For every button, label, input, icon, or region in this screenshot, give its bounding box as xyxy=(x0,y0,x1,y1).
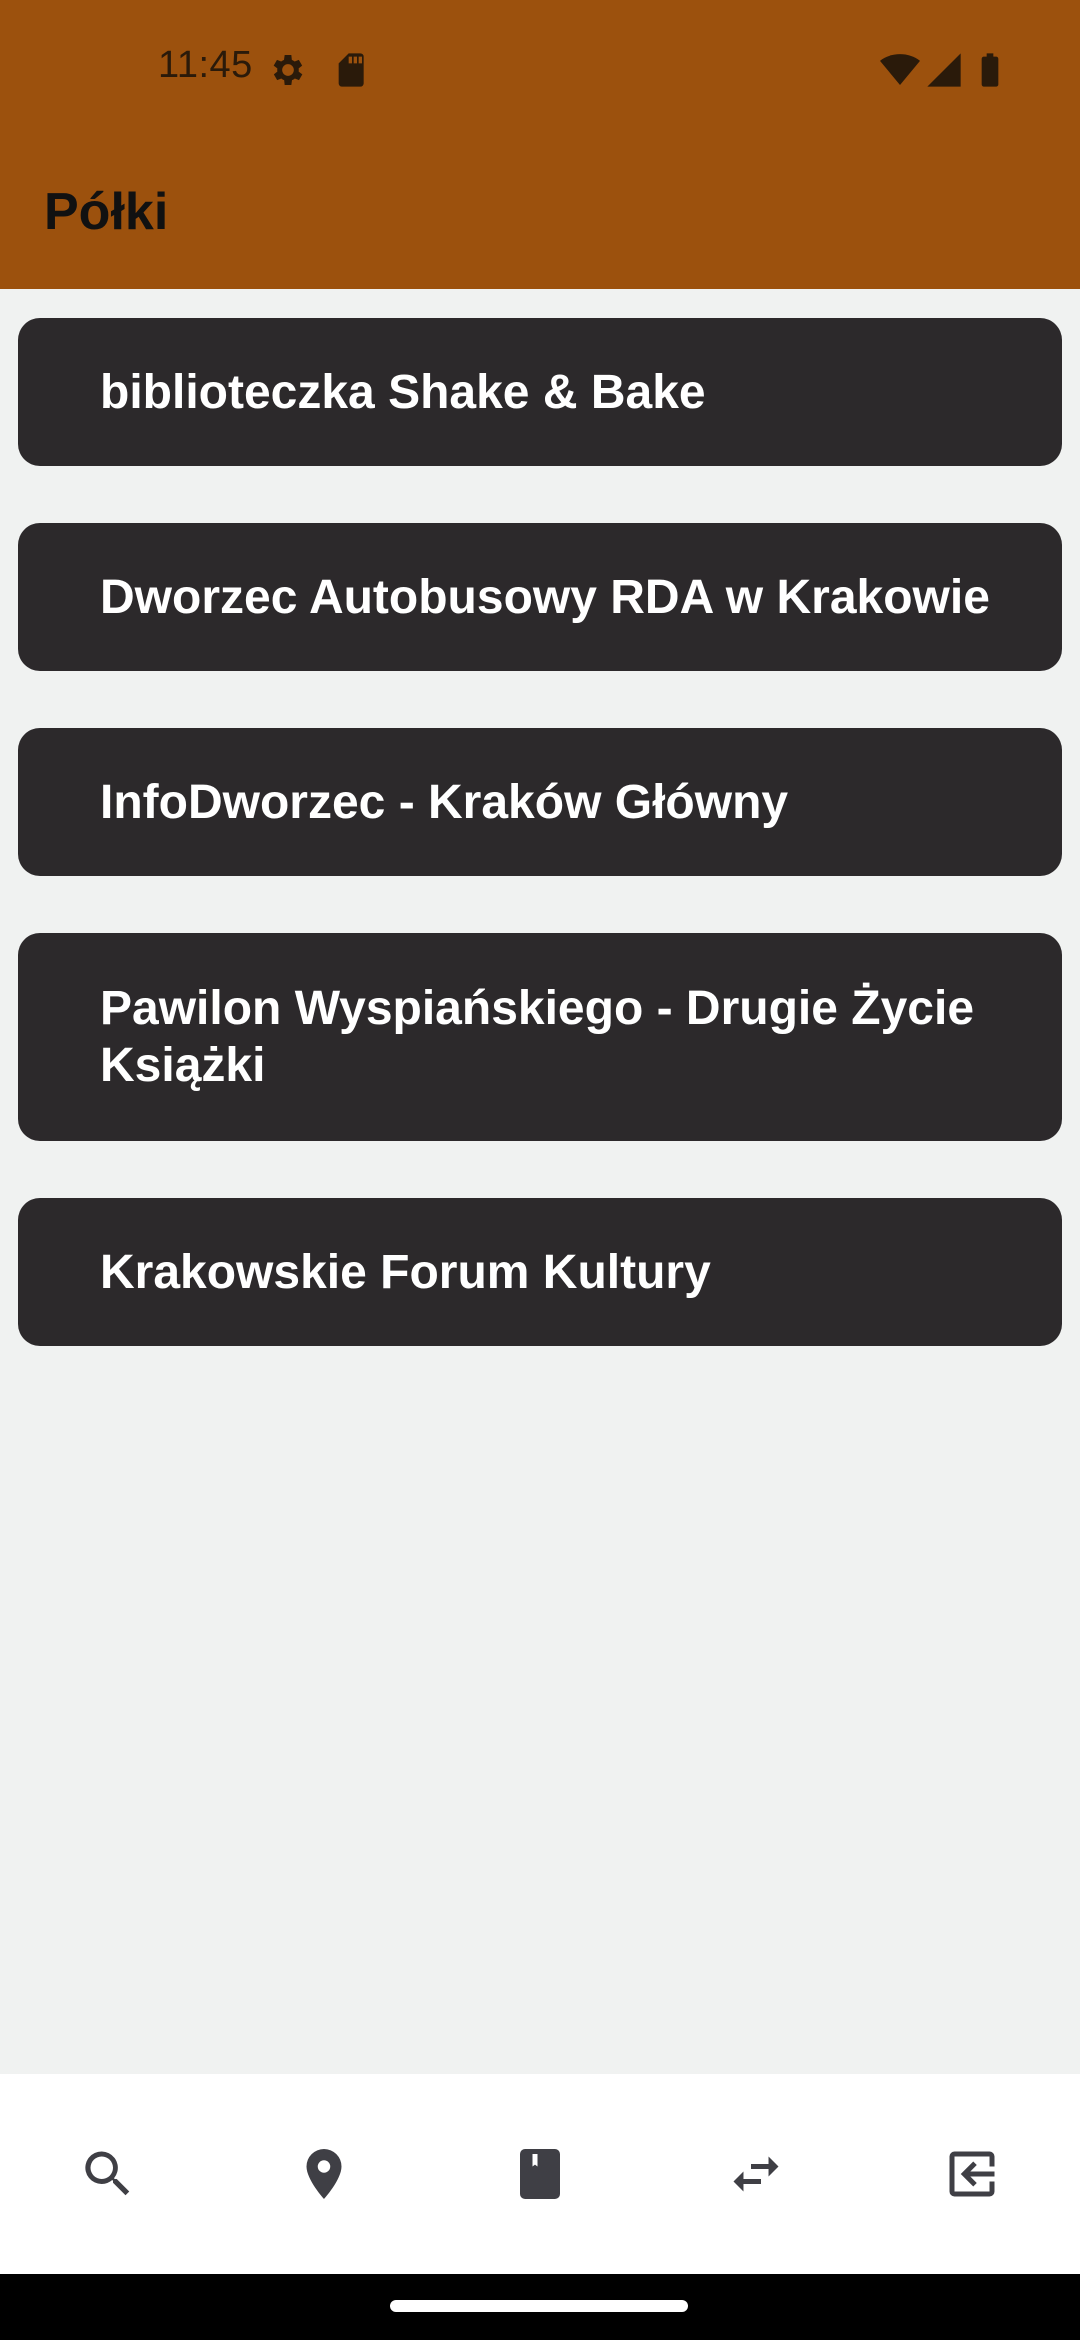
wifi-icon xyxy=(880,54,920,85)
page-title: Półki xyxy=(44,183,169,241)
shelf-item-label: biblioteczka Shake & Bake xyxy=(100,365,706,419)
shelf-item[interactable]: biblioteczka Shake & Bake xyxy=(18,318,1062,466)
shelf-item[interactable]: Pawilon Wyspiańskiego - Drugie Życie Ksi… xyxy=(18,933,1062,1141)
swap-arrows-icon xyxy=(733,2156,779,2192)
shelf-item-label: Krakowskie Forum Kultury xyxy=(100,1245,711,1299)
shelf-item[interactable]: Dworzec Autobusowy RDA w Krakowie xyxy=(18,523,1062,671)
logout-icon xyxy=(949,2151,995,2197)
battery-icon xyxy=(981,53,999,87)
sd-card-icon xyxy=(338,53,364,87)
book-icon xyxy=(520,2149,560,2199)
location-pin-icon xyxy=(306,2149,342,2199)
shelf-item-label: InfoDworzec - Kraków Główny xyxy=(100,775,789,829)
gesture-handle[interactable] xyxy=(390,2300,688,2312)
nav-map[interactable] xyxy=(216,2074,432,2274)
shelf-item[interactable]: Krakowskie Forum Kultury xyxy=(18,1198,1062,1346)
shelf-item-label: Dworzec Autobusowy RDA w Krakowie xyxy=(100,570,990,624)
shelf-item[interactable]: InfoDworzec - Kraków Główny xyxy=(18,728,1062,876)
shelf-list: biblioteczka Shake & Bake Dworzec Autobu… xyxy=(18,318,1062,1403)
nav-logout[interactable] xyxy=(864,2074,1080,2274)
app-screen: 11:45 Półki biblioteczka Shake & Bake Dw… xyxy=(0,0,1080,2340)
signal-icon xyxy=(927,53,961,87)
search-icon xyxy=(85,2151,130,2196)
shelf-item-label: Pawilon Wyspiańskiego - Drugie Życie Ksi… xyxy=(100,982,975,1092)
nav-shelves[interactable] xyxy=(432,2074,648,2274)
nav-search[interactable] xyxy=(0,2074,216,2274)
settings-gear-icon xyxy=(273,55,303,85)
bottom-navigation xyxy=(0,2074,1080,2274)
app-bar: 11:45 Półki xyxy=(0,0,1080,289)
nav-exchange[interactable] xyxy=(648,2074,864,2274)
status-time: 11:45 xyxy=(158,44,253,86)
